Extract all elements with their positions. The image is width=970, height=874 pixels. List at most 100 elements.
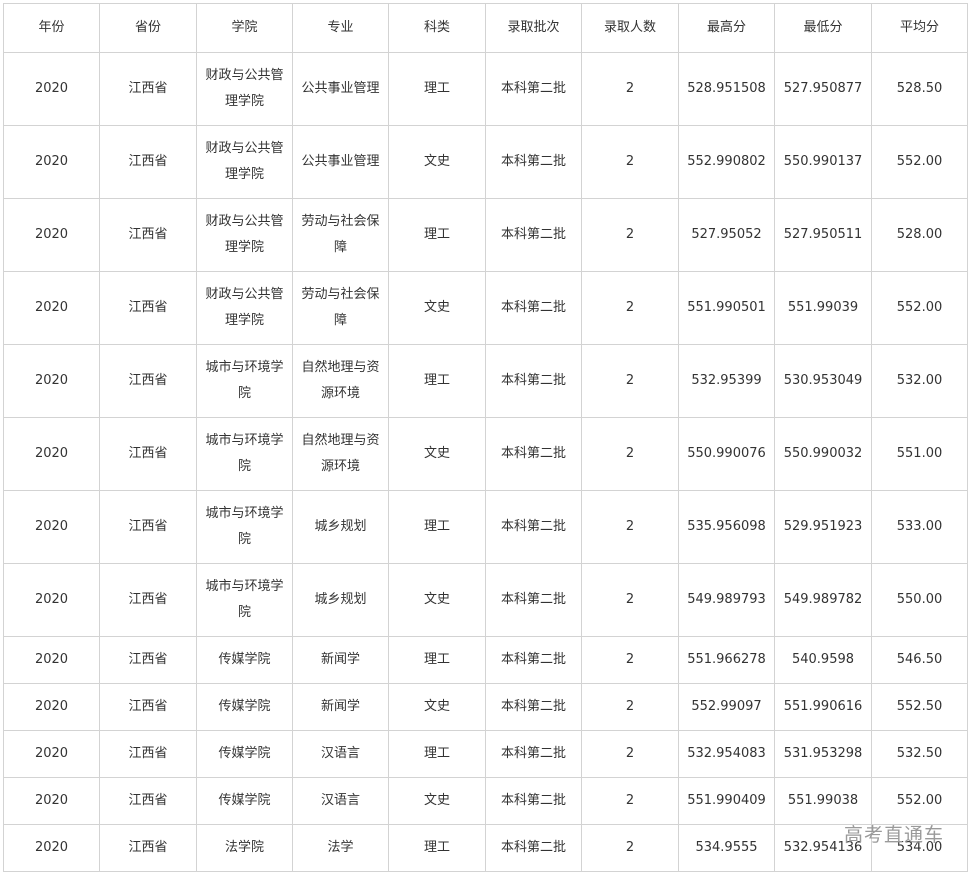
column-header-admitted-count: 录取人数 <box>581 3 679 53</box>
year-cell: 2020 <box>3 52 100 126</box>
year-cell: 2020 <box>3 683 100 731</box>
year-cell: 2020 <box>3 730 100 778</box>
max-score-cell: 550.990076 <box>678 417 775 491</box>
max-score-cell: 527.95052 <box>678 198 775 272</box>
admitted-count-cell: 2 <box>581 417 679 491</box>
major-cell: 自然地理与资源环境 <box>292 417 389 491</box>
column-header-batch: 录取批次 <box>485 3 582 53</box>
college-cell: 城市与环境学院 <box>196 417 293 491</box>
min-score-cell: 529.951923 <box>774 490 872 564</box>
admitted-count-cell: 2 <box>581 777 679 825</box>
major-cell: 公共事业管理 <box>292 125 389 199</box>
year-cell: 2020 <box>3 417 100 491</box>
table-row: 2020 江西省 城市与环境学院 自然地理与资源环境 理工 本科第二批 2 532.95399… <box>3 344 968 418</box>
min-score-cell: 551.990616 <box>774 683 872 731</box>
watermark-text: 高考直通车 <box>843 824 944 846</box>
max-score-cell: 528.951508 <box>678 52 775 126</box>
college-cell: 财政与公共管理学院 <box>196 198 293 272</box>
year-cell: 2020 <box>3 490 100 564</box>
max-score-cell: 551.966278 <box>678 636 775 684</box>
category-cell: 文史 <box>388 125 486 199</box>
province-cell: 江西省 <box>99 490 197 564</box>
max-score-cell: 534.9555 <box>678 824 775 872</box>
college-cell: 财政与公共管理学院 <box>196 52 293 126</box>
avg-score-cell: 550.00 <box>871 563 968 637</box>
batch-cell: 本科第二批 <box>485 490 582 564</box>
admitted-count-cell: 2 <box>581 271 679 345</box>
province-cell: 江西省 <box>99 198 197 272</box>
min-score-cell: 549.989782 <box>774 563 872 637</box>
admitted-count-cell: 2 <box>581 344 679 418</box>
year-cell: 2020 <box>3 344 100 418</box>
max-score-cell: 552.990802 <box>678 125 775 199</box>
min-score-cell: 550.990137 <box>774 125 872 199</box>
batch-cell: 本科第二批 <box>485 125 582 199</box>
min-score-cell: 531.953298 <box>774 730 872 778</box>
province-cell: 江西省 <box>99 636 197 684</box>
max-score-cell: 551.990409 <box>678 777 775 825</box>
max-score-cell: 552.99097 <box>678 683 775 731</box>
year-cell: 2020 <box>3 271 100 345</box>
batch-cell: 本科第二批 <box>485 271 582 345</box>
batch-cell: 本科第二批 <box>485 52 582 126</box>
major-cell: 城乡规划 <box>292 490 389 564</box>
batch-cell: 本科第二批 <box>485 417 582 491</box>
year-cell: 2020 <box>3 777 100 825</box>
max-score-cell: 532.954083 <box>678 730 775 778</box>
admitted-count-cell: 2 <box>581 125 679 199</box>
category-cell: 理工 <box>388 824 486 872</box>
table-row: 2020 江西省 法学院 法学 理工 本科第二批 2 534.9555 532.954136 53… <box>3 824 968 872</box>
admitted-count-cell: 2 <box>581 198 679 272</box>
avg-score-cell: 546.50 <box>871 636 968 684</box>
major-cell: 新闻学 <box>292 636 389 684</box>
major-cell: 法学 <box>292 824 389 872</box>
table-header-row: 年份 省份 学院 专业 科类 录取批次 录取人数 最高分 最低分 平均分 <box>3 3 968 53</box>
year-cell: 2020 <box>3 125 100 199</box>
table-row: 2020 江西省 传媒学院 汉语言 文史 本科第二批 2 551.990409 551.9903… <box>3 777 968 825</box>
table-row: 2020 江西省 城市与环境学院 城乡规划 文史 本科第二批 2 549.989793 549.… <box>3 563 968 637</box>
max-score-cell: 551.990501 <box>678 271 775 345</box>
table-row: 2020 江西省 城市与环境学院 城乡规划 理工 本科第二批 2 535.956098 529.… <box>3 490 968 564</box>
province-cell: 江西省 <box>99 777 197 825</box>
major-cell: 劳动与社会保障 <box>292 198 389 272</box>
year-cell: 2020 <box>3 636 100 684</box>
province-cell: 江西省 <box>99 563 197 637</box>
admitted-count-cell: 2 <box>581 52 679 126</box>
batch-cell: 本科第二批 <box>485 198 582 272</box>
category-cell: 理工 <box>388 52 486 126</box>
category-cell: 理工 <box>388 344 486 418</box>
avg-score-cell: 551.00 <box>871 417 968 491</box>
table-body: 2020 江西省 财政与公共管理学院 公共事业管理 理工 本科第二批 2 528.951508… <box>3 52 968 872</box>
page: 年份 省份 学院 专业 科类 录取批次 录取人数 最高分 最低分 平均分 202… <box>0 0 970 874</box>
batch-cell: 本科第二批 <box>485 824 582 872</box>
category-cell: 理工 <box>388 730 486 778</box>
min-score-cell: 551.99038 <box>774 777 872 825</box>
avg-score-cell: 552.00 <box>871 777 968 825</box>
college-cell: 城市与环境学院 <box>196 563 293 637</box>
avg-score-cell: 533.00 <box>871 490 968 564</box>
avg-score-cell: 552.00 <box>871 271 968 345</box>
max-score-cell: 532.95399 <box>678 344 775 418</box>
major-cell: 城乡规划 <box>292 563 389 637</box>
province-cell: 江西省 <box>99 344 197 418</box>
admitted-count-cell: 2 <box>581 563 679 637</box>
admitted-count-cell: 2 <box>581 730 679 778</box>
batch-cell: 本科第二批 <box>485 730 582 778</box>
major-cell: 公共事业管理 <box>292 52 389 126</box>
admitted-count-cell: 2 <box>581 824 679 872</box>
column-header-year: 年份 <box>3 3 100 53</box>
college-cell: 城市与环境学院 <box>196 490 293 564</box>
category-cell: 理工 <box>388 490 486 564</box>
avg-score-cell: 532.50 <box>871 730 968 778</box>
table-row: 2020 江西省 城市与环境学院 自然地理与资源环境 文史 本科第二批 2 550.99007… <box>3 417 968 491</box>
column-header-college: 学院 <box>196 3 293 53</box>
column-header-province: 省份 <box>99 3 197 53</box>
batch-cell: 本科第二批 <box>485 563 582 637</box>
column-header-min-score: 最低分 <box>774 3 872 53</box>
category-cell: 理工 <box>388 636 486 684</box>
province-cell: 江西省 <box>99 125 197 199</box>
major-cell: 自然地理与资源环境 <box>292 344 389 418</box>
province-cell: 江西省 <box>99 824 197 872</box>
college-cell: 传媒学院 <box>196 777 293 825</box>
category-cell: 文史 <box>388 563 486 637</box>
